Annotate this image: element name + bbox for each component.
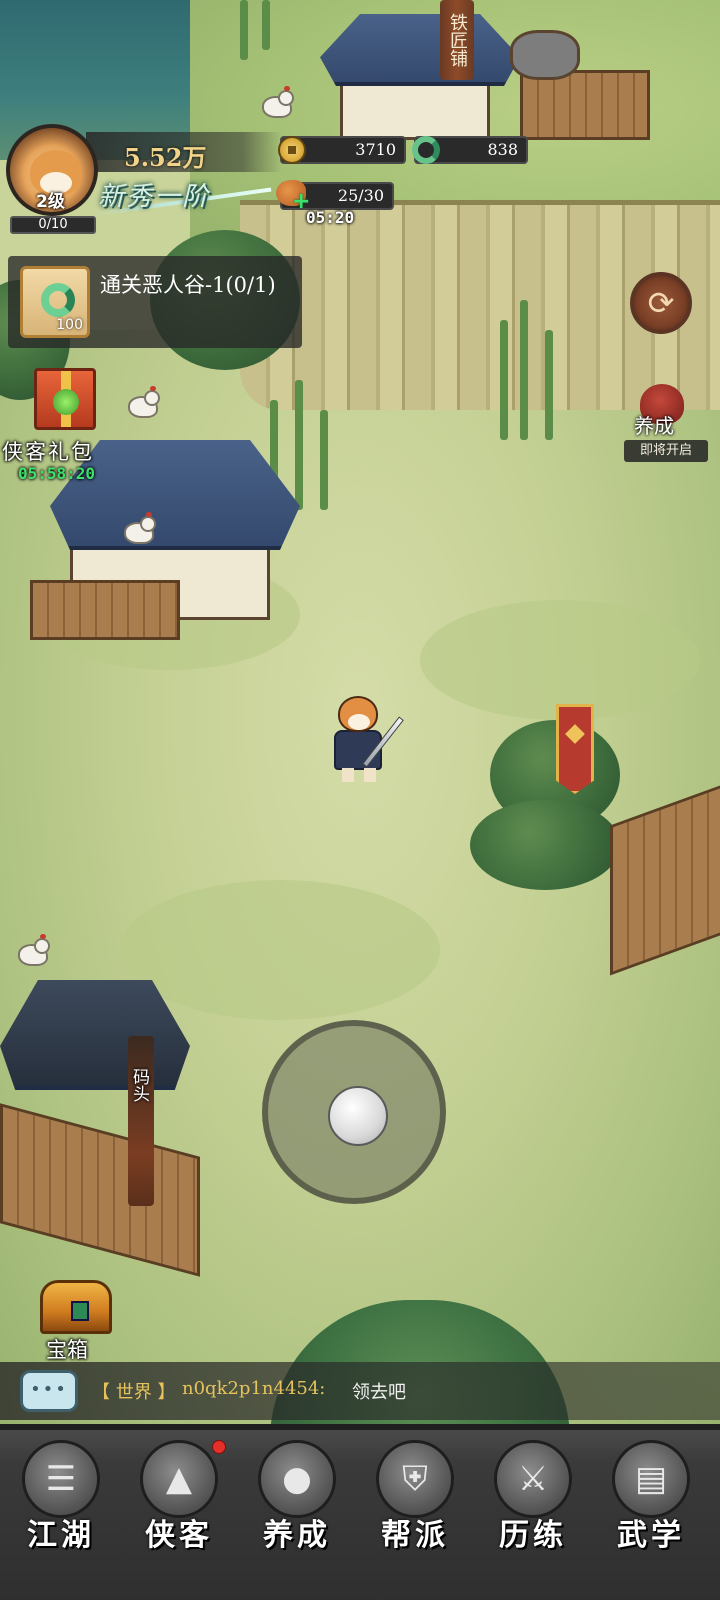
dock-roof bbox=[0, 980, 190, 1090]
chicken bbox=[124, 512, 156, 544]
dock-building[interactable] bbox=[0, 970, 200, 1290]
nav-jianghu[interactable]: ☰ 江湖 bbox=[2, 1430, 120, 1570]
nav-label: 历练 bbox=[499, 1518, 567, 1553]
combat-power: 5.52万 bbox=[124, 143, 207, 172]
chat-username: n0qk2p1n4454: bbox=[182, 1378, 326, 1399]
switch-scene-button[interactable] bbox=[630, 272, 692, 334]
rank-title[interactable]: 新秀一阶 bbox=[98, 176, 210, 213]
hero-hat-icon: ▲ bbox=[140, 1440, 218, 1518]
nav-label: 江湖 bbox=[27, 1518, 95, 1553]
smithy-building[interactable] bbox=[320, 0, 520, 150]
smithy-roof bbox=[320, 14, 520, 86]
book-icon: ▤ bbox=[612, 1440, 690, 1518]
nav-yangcheng[interactable]: ● 养成 bbox=[238, 1430, 356, 1570]
game-world[interactable]: 铁匠铺 码头 bbox=[0, 0, 720, 1600]
chat-bar[interactable]: 【 世界 】 n0qk2p1n4454: 领去吧 bbox=[0, 1362, 720, 1420]
nav-label: 养成 bbox=[263, 1518, 331, 1553]
nav-label: 侠客 bbox=[145, 1518, 213, 1553]
chicken bbox=[18, 934, 50, 966]
nav-label: 帮派 bbox=[381, 1518, 449, 1553]
dock-pier bbox=[0, 1103, 200, 1277]
exp-bar: 0/10 bbox=[10, 216, 96, 234]
nav-bangpai[interactable]: ⛨ 帮派 bbox=[356, 1430, 474, 1570]
map-scroll-icon: ☰ bbox=[22, 1440, 100, 1518]
nav-xiake[interactable]: ▲ 侠客 bbox=[120, 1430, 238, 1570]
stamina-timer: 05:20 bbox=[306, 208, 355, 227]
cannon-icon: ● bbox=[258, 1440, 336, 1518]
bamboo bbox=[545, 330, 553, 440]
arena-banner bbox=[556, 704, 594, 794]
gift-pack-timer: 05:58:20 bbox=[18, 464, 96, 483]
gift-pack-icon[interactable] bbox=[34, 368, 96, 430]
bamboo bbox=[520, 300, 528, 440]
treasure-chest-label[interactable]: 宝箱 bbox=[46, 1334, 88, 1364]
forge-table bbox=[520, 70, 650, 140]
meadow-patch bbox=[420, 600, 700, 720]
bamboo bbox=[262, 0, 270, 50]
dock-post bbox=[128, 1036, 154, 1206]
quest-panel[interactable]: 100 通关恶人谷-1(0/1) bbox=[8, 256, 302, 348]
house-porch bbox=[30, 580, 180, 640]
treasure-chest-icon[interactable] bbox=[40, 1280, 112, 1334]
player-legs bbox=[342, 768, 376, 782]
bamboo bbox=[320, 410, 328, 510]
blade-icon: ⚔ bbox=[494, 1440, 572, 1518]
player-head bbox=[338, 696, 378, 732]
chicken bbox=[128, 386, 160, 418]
nav-lilian[interactable]: ⚔ 历练 bbox=[474, 1430, 592, 1570]
chat-bubble-icon[interactable] bbox=[20, 1370, 78, 1412]
chat-channel: 【 世界 】 bbox=[92, 1382, 176, 1403]
virtual-joystick[interactable] bbox=[262, 1020, 446, 1204]
chicken bbox=[262, 86, 294, 118]
joystick-knob[interactable] bbox=[328, 1086, 388, 1146]
pine-tree bbox=[470, 800, 620, 890]
gift-pack-label[interactable]: 侠客礼包 bbox=[2, 436, 94, 466]
nav-wuxue[interactable]: ▤ 武学 bbox=[592, 1430, 710, 1570]
chat-message: 领去吧 bbox=[352, 1382, 406, 1403]
jade-icon bbox=[412, 136, 440, 164]
nav-label: 武学 bbox=[617, 1518, 685, 1553]
copper-coin-icon bbox=[278, 136, 306, 164]
bamboo bbox=[500, 320, 508, 440]
quest-reward-count: 100 bbox=[56, 317, 83, 333]
jade-ring-icon bbox=[41, 283, 75, 317]
quest-reward-icon: 100 bbox=[20, 266, 90, 338]
notification-badge bbox=[212, 1440, 226, 1454]
cultivate-event-subtitle: 即将开启 bbox=[624, 440, 708, 462]
smithy-sign[interactable]: 铁匠铺 bbox=[440, 0, 474, 80]
bamboo bbox=[240, 0, 248, 60]
bottom-nav: ☰ 江湖 ▲ 侠客 ● 养成 ⛨ 帮派 ⚔ 历练 ▤ 武学 bbox=[0, 1424, 720, 1600]
cultivate-event-label[interactable]: 养成 bbox=[634, 410, 674, 439]
quest-text: 通关恶人谷-1(0/1) bbox=[100, 273, 276, 297]
forge-cauldron bbox=[510, 30, 580, 80]
player-level: 2级 bbox=[36, 192, 65, 212]
armor-icon: ⛨ bbox=[376, 1440, 454, 1518]
dock-sign[interactable]: 码头 bbox=[128, 1068, 150, 1102]
